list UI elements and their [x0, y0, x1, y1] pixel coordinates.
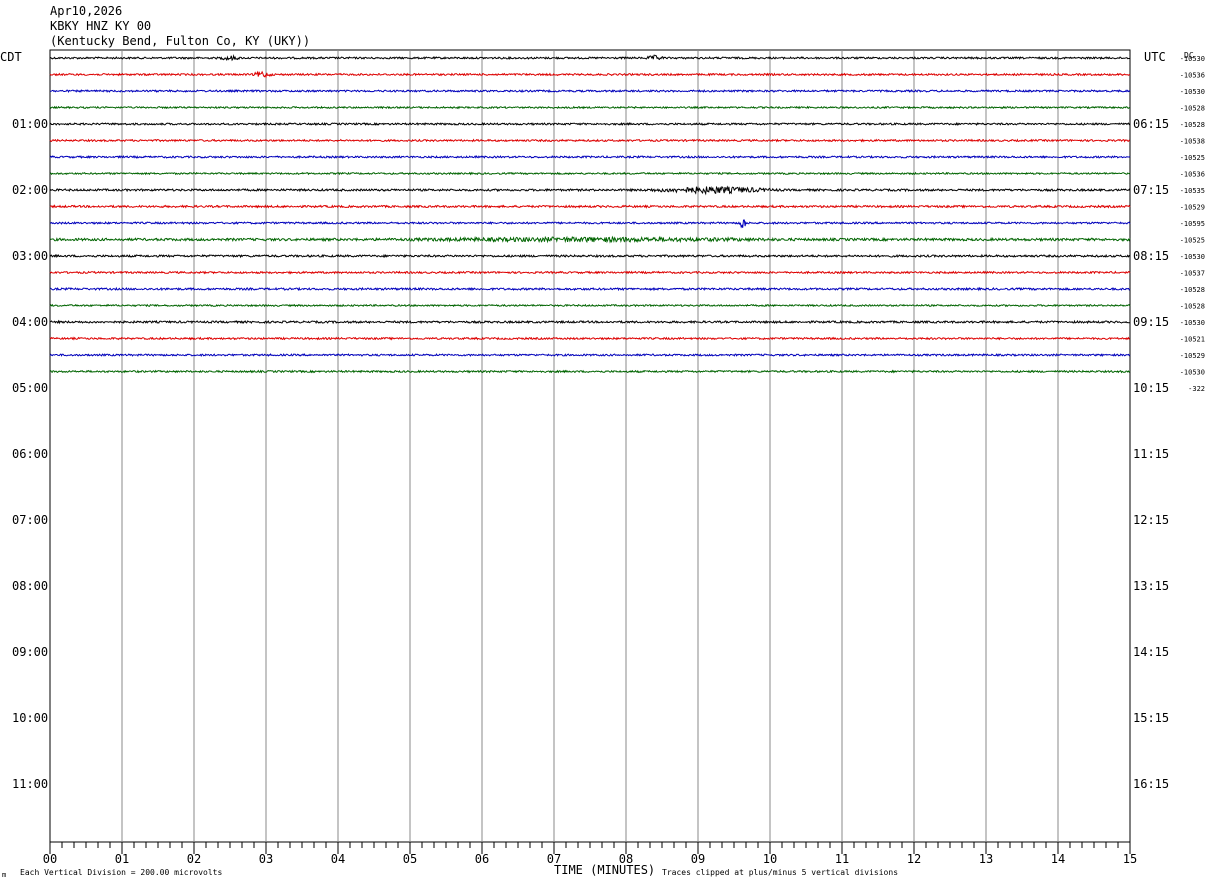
x-tick-label: 12	[907, 852, 921, 866]
x-tick-label: 02	[187, 852, 201, 866]
dc-offset-label: -10528	[1180, 303, 1205, 311]
seismic-trace-row	[49, 253, 1131, 259]
footer-mark: m	[2, 871, 6, 879]
seismic-trace-row	[49, 235, 1131, 244]
dc-offset-label: -10536	[1180, 171, 1205, 179]
dc-offset-label: -10538	[1180, 138, 1205, 146]
hour-label-utc: 08:15	[1133, 249, 1169, 263]
dc-offset-label: -10530	[1180, 253, 1205, 261]
seismic-trace-row	[49, 53, 1130, 62]
helicorder-chart: CDT UTC DC TIME (MINUTES) m Each Vertica…	[0, 49, 1205, 879]
x-tick-label: 11	[835, 852, 849, 866]
seismic-trace-row	[49, 336, 1131, 341]
hour-label-utc: 10:15	[1133, 381, 1169, 395]
hour-label-cdt: 06:00	[12, 447, 48, 461]
dc-offset-label: -10530	[1180, 88, 1205, 96]
hour-label-cdt: 01:00	[12, 117, 48, 131]
seismic-trace-row	[49, 89, 1131, 94]
x-tick-label: 09	[691, 852, 705, 866]
hour-label-cdt: 10:00	[12, 711, 48, 725]
dc-offset-label: -10535	[1180, 187, 1205, 195]
seismic-traces	[49, 53, 1131, 374]
x-tick-label: 04	[331, 852, 345, 866]
seismic-trace-row	[49, 171, 1131, 176]
hour-label-utc: 13:15	[1133, 579, 1169, 593]
x-tick-label: 05	[403, 852, 417, 866]
seismic-trace-row	[49, 105, 1131, 110]
hour-label-cdt: 02:00	[12, 183, 48, 197]
x-tick-label: 06	[475, 852, 489, 866]
hour-label-cdt: 07:00	[12, 513, 48, 527]
seismic-trace-row	[49, 70, 1131, 79]
seismic-trace-row	[49, 270, 1131, 275]
seismic-trace-row	[49, 204, 1131, 209]
hour-label-utc: 09:15	[1133, 315, 1169, 329]
dc-offset-label: -10528	[1180, 286, 1205, 294]
x-tick-label: 14	[1051, 852, 1065, 866]
seismic-trace-row	[49, 138, 1131, 143]
x-tick-label: 07	[547, 852, 561, 866]
left-timezone-label: CDT	[0, 50, 22, 64]
hour-label-utc: 06:15	[1133, 117, 1169, 131]
x-tick-label: 03	[259, 852, 273, 866]
dc-offset-label: -10536	[1180, 72, 1205, 80]
seismic-trace-row	[49, 286, 1131, 292]
seismic-trace-row	[49, 353, 1131, 358]
hour-label-utc: 07:15	[1133, 183, 1169, 197]
x-axis-title: TIME (MINUTES)	[554, 863, 655, 877]
hour-label-cdt: 03:00	[12, 249, 48, 263]
hour-label-utc: 16:15	[1133, 777, 1169, 791]
hour-label-utc: 14:15	[1133, 645, 1169, 659]
hour-label-cdt: 05:00	[12, 381, 48, 395]
seismic-trace-row	[49, 219, 1131, 229]
hour-label-cdt: 04:00	[12, 315, 48, 329]
hour-label-cdt: 08:00	[12, 579, 48, 593]
x-tick-label: 01	[115, 852, 129, 866]
dc-offset-label: -10537	[1180, 270, 1205, 278]
dc-offset-label: -10530	[1180, 55, 1205, 63]
seismic-trace-row	[49, 369, 1131, 374]
plot-frame	[49, 49, 1131, 843]
hour-label-utc: 15:15	[1133, 711, 1169, 725]
hour-label-utc: 12:15	[1133, 513, 1169, 527]
grid	[49, 49, 1131, 854]
seismic-trace-row	[49, 154, 1131, 160]
dc-offset-label: -10521	[1180, 336, 1205, 344]
x-tick-label: 00	[43, 852, 57, 866]
dc-offset-label: -10528	[1180, 121, 1205, 129]
footer-scale-note: Each Vertical Division = 200.00 microvol…	[20, 868, 222, 877]
hour-label-cdt: 11:00	[12, 777, 48, 791]
dc-offset-label: -10529	[1180, 352, 1205, 360]
dc-offset-label: -322	[1188, 385, 1205, 393]
dc-offset-label: -10530	[1180, 369, 1205, 377]
right-timezone-label: UTC	[1144, 50, 1166, 64]
dc-offset-label: -10528	[1180, 105, 1205, 113]
dc-offset-label: -10530	[1180, 319, 1205, 327]
dc-offset-label: -10595	[1180, 220, 1205, 228]
x-tick-label: 15	[1123, 852, 1137, 866]
dc-offset-label: -10525	[1180, 154, 1205, 162]
seismic-trace-row	[49, 121, 1131, 127]
dc-offset-label: -10525	[1180, 237, 1205, 245]
hour-label-utc: 11:15	[1133, 447, 1169, 461]
x-tick-label: 08	[619, 852, 633, 866]
hour-label-cdt: 09:00	[12, 645, 48, 659]
footer-clip-note: Traces clipped at plus/minus 5 vertical …	[662, 868, 898, 877]
x-tick-label: 13	[979, 852, 993, 866]
seismic-trace-row	[49, 319, 1130, 325]
seismic-trace-row	[49, 303, 1131, 308]
dc-offset-label: -10529	[1180, 204, 1205, 212]
seismic-trace-row	[49, 185, 1131, 196]
x-tick-label: 10	[763, 852, 777, 866]
